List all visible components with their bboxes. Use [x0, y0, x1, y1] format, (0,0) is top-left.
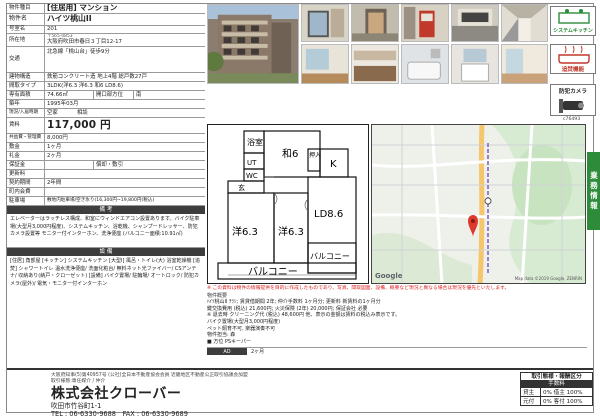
- row-deposit: 敷金 1ヶ月: [7, 143, 205, 152]
- badge-security-camera: 防犯カメラ: [550, 84, 596, 116]
- floor-plan-drawing: 浴室 UT 和6 K 押入 WC 玄 LD8.6 洋6.3 洋6.3 バルコニー…: [217, 130, 357, 280]
- row-guarantee: 保証金 償却・敷引: [7, 161, 205, 170]
- wc-label: WC: [246, 172, 258, 180]
- side-balcony-label: バルコニー: [310, 252, 350, 261]
- remarks-header: 備 考: [7, 206, 205, 214]
- badge-system-kitchen: システムキッチン: [550, 6, 596, 36]
- property-name: ハイツ桃山II: [45, 14, 205, 25]
- room-photo: [501, 44, 548, 84]
- row-layout: 間取タイプ 3LDK(洋6.3 洋6.3 和6 LD8.6): [7, 82, 205, 91]
- bath-label: 浴室: [247, 137, 263, 147]
- spec-table: 物件種目 [住居用] マンション 物件名 ハイツ桃山II 号室名 201 所在地…: [7, 4, 205, 304]
- bath-icon: [558, 45, 590, 64]
- row-status: 現況/入居時期 空家 相談: [7, 109, 205, 118]
- notice-block: ※ この資料は物件の情報提供を目的に作成したものであり、写真、間取図面、設備、概…: [207, 286, 587, 356]
- rent-price: 117,000 円: [45, 118, 205, 133]
- entrance-photo: [301, 4, 349, 42]
- remarks-text: エレベーターはラッチレス構成、和室にウィンドエアコン設置あります。バイク駐車場(…: [7, 214, 205, 248]
- lobby-photo: [351, 4, 399, 42]
- flyer-sheet: 物件種目 [住居用] マンション 物件名 ハイツ桃山II 号室名 201 所在地…: [6, 3, 600, 418]
- floor-plan: 浴室 UT 和6 K 押入 WC 玄 LD8.6 洋6.3 洋6.3 バルコニー…: [207, 124, 369, 284]
- west-room-label: 洋6.3: [232, 225, 258, 238]
- fee-table: 取引態様・報酬区分 手数料 貸主 0% 借主 100% 元付 0% 客付 100…: [520, 372, 593, 406]
- category-value: [住居用] マンション: [45, 4, 205, 13]
- row-structure: 建物構造 鉄筋コンクリート造 地上4階 総戸数27戸: [7, 73, 205, 82]
- row-term: 契約期間 2年間: [7, 179, 205, 188]
- google-logo: Google: [375, 272, 403, 280]
- mailbox-photo: [401, 4, 449, 42]
- ad-row: AD 2ヶ月: [207, 347, 587, 356]
- row-fee: 共益費・管理費 8,000円: [7, 134, 205, 143]
- company-footer: 大阪府知事(5)第40957号 (公社)全日本不動産協会会員 近畿地区不動産公正…: [7, 368, 593, 418]
- corridor-photo: [501, 4, 548, 42]
- map-drawing: [372, 125, 585, 283]
- map-copyright: Map data ©2019 Google, ZENRIN: [514, 276, 582, 281]
- wa-label: 和6: [282, 148, 298, 160]
- camera-icon: [559, 99, 584, 113]
- ut-label: UT: [247, 159, 257, 167]
- equipment-text: [住居] 角部屋 [キッチン] システムキッチン [大型I] 風呂・トイレ(大)…: [10, 258, 201, 287]
- washroom-photo: [451, 44, 499, 84]
- row-assoc: 町内会費: [7, 188, 205, 197]
- ld-label: LD8.6: [314, 209, 343, 220]
- row-room: 号室名 201: [7, 26, 205, 34]
- row-name: 物件名 ハイツ桃山II: [7, 14, 205, 26]
- parking-photo: [451, 4, 499, 42]
- row-rent: 賃料 117,000 円: [7, 118, 205, 134]
- kitchen-icon: [558, 9, 590, 24]
- entrance-label: 玄: [238, 183, 245, 192]
- row-built: 築年 1995年03月: [7, 100, 205, 109]
- location-map[interactable]: Google Map data ©2019 Google, ZENRIN: [371, 124, 586, 284]
- business-info-tab[interactable]: 業 務 情 報: [587, 152, 600, 230]
- company-phone: TEL : 06-6330-9688 FAX : 06-6330-9689: [51, 410, 188, 418]
- badge-reheating: 追焚機能: [550, 44, 596, 74]
- kitchen-label: K: [330, 159, 337, 170]
- address-value: 大阪府吹田市春日３丁目12-17: [47, 39, 122, 46]
- balcony-label: バルコニー: [248, 266, 298, 278]
- row-category: 物件種目 [住居用] マンション: [7, 4, 205, 14]
- bath-photo: [401, 44, 449, 84]
- row-transport: 交通 北急線「桃山台」徒歩9分: [7, 47, 205, 73]
- disclaimer: ※ この資料は物件の情報提供を目的に作成したものであり、写真、間取図面、設備、概…: [207, 286, 510, 291]
- living-photo: [301, 44, 349, 84]
- building-photo: [207, 4, 299, 84]
- row-area: 専有面積 74.66㎡ 開口部方位 南: [7, 91, 205, 100]
- east-room-label: 洋6.3: [278, 225, 304, 238]
- equipment-header: 設 備: [7, 248, 205, 256]
- closet-label: 押入: [309, 151, 321, 159]
- kitchen-photo: [351, 44, 399, 84]
- row-key-money: 礼金 2ヶ月: [7, 152, 205, 161]
- row-renewal: 更新料: [7, 170, 205, 179]
- row-address: 所在地 〒565-0853 大阪府吹田市春日３丁目12-17: [7, 34, 205, 47]
- row-parking: 駐車場 敷地内駐車場/空き氷り(16,300円~19,800円(税込): [7, 197, 205, 206]
- badge-code: c76493: [563, 117, 581, 122]
